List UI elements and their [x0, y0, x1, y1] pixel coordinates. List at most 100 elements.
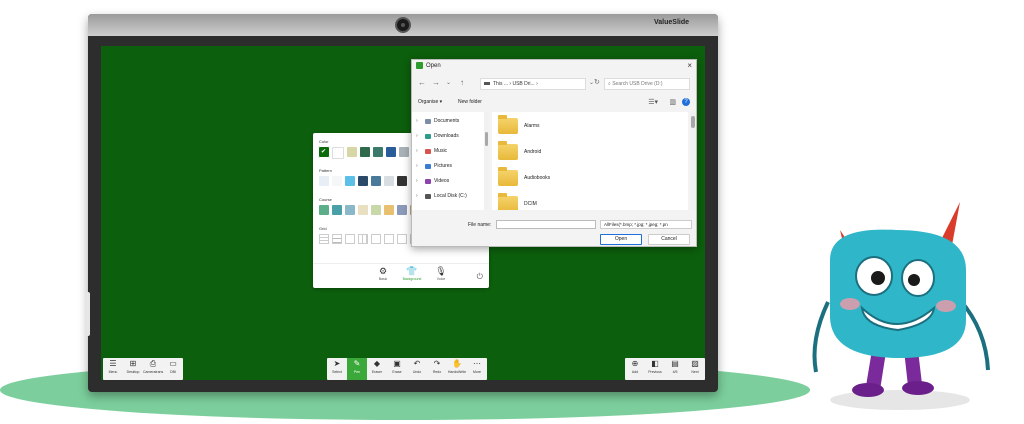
toolbar-desktop-button[interactable]: ⊞ Desktop	[123, 358, 143, 380]
nav-item[interactable]: › Music	[416, 148, 447, 154]
color-swatch[interactable]	[386, 147, 396, 157]
folder-icon	[425, 163, 431, 169]
pattern-swatch[interactable]	[345, 176, 355, 186]
refresh-icon[interactable]: ↻	[594, 78, 600, 86]
open-button[interactable]: Open	[600, 234, 642, 245]
course-swatch[interactable]	[332, 205, 342, 215]
preview-pane-icon[interactable]: ▥	[669, 98, 676, 106]
recent-chevron-icon[interactable]: ⌄	[446, 79, 451, 86]
toolbar-button-label: Next	[691, 370, 699, 374]
folder-name: Alarms	[524, 123, 540, 129]
grid-option[interactable]	[358, 234, 368, 244]
course-swatch[interactable]	[371, 205, 381, 215]
expand-chevron-icon[interactable]: ›	[416, 193, 422, 199]
expand-chevron-icon[interactable]: ›	[416, 148, 422, 154]
view-options-icon[interactable]: ☰▾	[648, 98, 658, 106]
toolbar-cameratrans-button[interactable]: ⎙ Cameratrans	[143, 358, 163, 380]
grid-option[interactable]	[371, 234, 381, 244]
basic-tab[interactable]: ⚙ Basic	[368, 266, 398, 281]
color-swatch[interactable]	[360, 147, 370, 157]
grid-option[interactable]	[397, 234, 407, 244]
color-swatch[interactable]	[399, 147, 409, 157]
folder-item[interactable]: Audiobooks	[498, 167, 550, 186]
toolbar-dbi-button[interactable]: ▭ DBI	[163, 358, 183, 380]
toolbar-eraser-button[interactable]: ◆ Eraser	[367, 358, 387, 380]
course-swatch[interactable]	[397, 205, 407, 215]
folder-item[interactable]: DCIM	[498, 193, 537, 210]
whiteboard-screen[interactable]: Color ✔ Pattern Course Grid ⚙ Basic 👕 Ba…	[101, 46, 705, 380]
nav-scroll-thumb[interactable]	[485, 132, 488, 146]
toolbar-select-button[interactable]: ➤ Select	[327, 358, 347, 380]
toolbar-previous-button[interactable]: ◧ Previous	[645, 358, 665, 380]
toolbar-erase-button[interactable]: ▣ Erase	[387, 358, 407, 380]
folder-item[interactable]: Alarms	[498, 115, 540, 134]
mascot-right-cheek	[936, 300, 956, 312]
forward-icon[interactable]: →	[432, 78, 440, 87]
color-swatches: ✔	[318, 146, 422, 159]
grid-option[interactable]	[345, 234, 355, 244]
up-icon[interactable]: ↑	[460, 78, 464, 87]
expand-chevron-icon[interactable]: ›	[416, 133, 422, 139]
toolbar-button-label: HandsWrite	[447, 370, 467, 374]
toolbar-pen-button[interactable]: ✎ Pen	[347, 358, 367, 380]
color-swatch[interactable]: ✔	[318, 146, 330, 158]
toolbar-right: ⊕ Add ◧ Previous ▤ 4/5 ▨ Next	[625, 358, 705, 380]
help-icon[interactable]: ?	[682, 98, 690, 106]
nav-item[interactable]: › Pictures	[416, 163, 452, 169]
pattern-swatch[interactable]	[371, 176, 381, 186]
search-input[interactable]: ⌕ Search USB Drive (D:)	[604, 78, 690, 90]
color-swatch[interactable]	[347, 147, 357, 157]
cancel-button[interactable]: Cancel	[648, 234, 690, 245]
power-icon[interactable]: ⏻	[477, 272, 483, 282]
pattern-swatch[interactable]	[319, 176, 329, 186]
nav-item[interactable]: › Documents	[416, 118, 459, 124]
file-name-input[interactable]	[496, 220, 596, 229]
nav-scrollbar[interactable]	[484, 112, 489, 210]
nav-item[interactable]: › Videos	[416, 178, 449, 184]
toolbar-undo-button[interactable]: ↶ Undo	[407, 358, 427, 380]
close-icon[interactable]: ×	[687, 61, 692, 70]
pattern-swatch[interactable]	[384, 176, 394, 186]
toolbar-menu-button[interactable]: ☰ Menu	[103, 358, 123, 380]
address-bar[interactable]: This ... › USB Dri... ›	[480, 78, 586, 90]
pattern-swatch[interactable]	[358, 176, 368, 186]
color-swatch[interactable]	[332, 147, 344, 159]
expand-chevron-icon[interactable]: ›	[416, 178, 422, 184]
expand-chevron-icon[interactable]: ›	[416, 163, 422, 169]
breadcrumb-usb-drive[interactable]: USB Dri...	[512, 81, 534, 87]
color-swatch[interactable]	[373, 147, 383, 157]
grid-option[interactable]	[332, 234, 342, 244]
pattern-swatch[interactable]	[332, 176, 342, 186]
course-swatch[interactable]	[358, 205, 368, 215]
toolbar-handswrite-button[interactable]: ✋ HandsWrite	[447, 358, 467, 380]
breadcrumb-this-pc[interactable]: This ...	[493, 81, 508, 87]
toolbar-add-button[interactable]: ⊕ Add	[625, 358, 645, 380]
grid-option[interactable]	[384, 234, 394, 244]
pen-icon: ✎	[353, 359, 361, 368]
toolbar-next-button[interactable]: ▨ Next	[685, 358, 705, 380]
expand-chevron-icon[interactable]: ›	[416, 118, 422, 124]
new-folder-button[interactable]: New folder	[458, 99, 482, 105]
grid-option[interactable]	[319, 234, 329, 244]
folder-item[interactable]: Android	[498, 141, 541, 160]
nav-item-label: Downloads	[434, 133, 459, 139]
back-icon[interactable]: ←	[418, 78, 426, 87]
mascot-left-foot	[852, 383, 884, 397]
course-swatch[interactable]	[384, 205, 394, 215]
mascot-monster	[812, 202, 990, 410]
voice-tab[interactable]: 🎙 Voice	[426, 266, 456, 281]
file-scroll-thumb[interactable]	[691, 116, 695, 128]
organise-button[interactable]: Organise ▾	[418, 99, 442, 105]
file-type-select[interactable]: AllFiles(*.bmp; *.jpg; *.jpeg; *.pn	[600, 220, 692, 229]
toolbar-redo-button[interactable]: ↷ Redo	[427, 358, 447, 380]
course-swatch[interactable]	[345, 205, 355, 215]
course-swatch[interactable]	[319, 205, 329, 215]
nav-item[interactable]: › Downloads	[416, 133, 459, 139]
pattern-swatch[interactable]	[397, 176, 407, 186]
toolbar-4-5-button[interactable]: ▤ 4/5	[665, 358, 685, 380]
file-list: Alarms Android Audiobooks DCIM	[492, 112, 688, 210]
background-tab[interactable]: 👕 Background	[397, 266, 427, 281]
file-scrollbar[interactable]	[690, 112, 696, 210]
nav-item[interactable]: › Local Disk (C:)	[416, 193, 467, 199]
toolbar-more-button[interactable]: ⋯ More	[467, 358, 487, 380]
